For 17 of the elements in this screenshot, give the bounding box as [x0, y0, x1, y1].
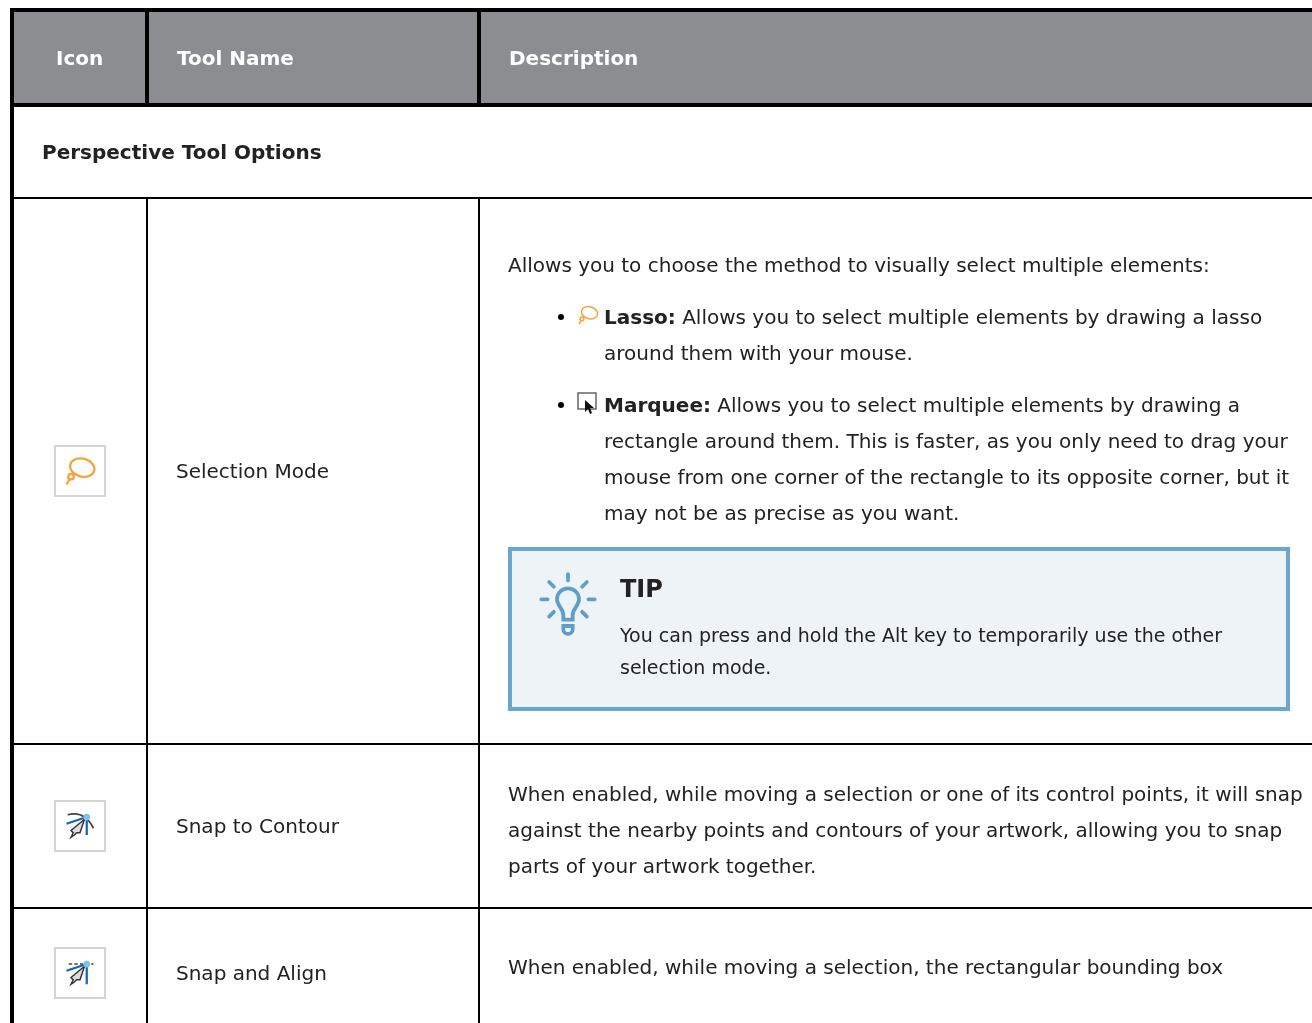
selection-cursor-icon [576, 391, 600, 415]
description-text: When enabled, while moving a selection or one of its control points, it will snap against the nearby points and contours of your artwork, allowing you to snap parts of your artwork together. [508, 781, 1304, 880]
lightbulb-icon [536, 571, 600, 637]
bullet-text: Lasso: Allows you to select multiple elements by drawing a lasso around them with your mouse. [604, 304, 1264, 367]
lasso-icon [576, 303, 600, 327]
description-text: When enabled, while moving a selection, the rectangular bounding box [508, 954, 1225, 981]
bullet-text: Marquee: Allows you to select multiple elements by drawing a rectangle around them. This is faster, as you only need to drag your mouse from one corner of the rectangle to its opposite corner, but it may not be as precise as you want. [604, 392, 1291, 527]
tool-name: Selection Mode [176, 459, 330, 483]
column-header: Tool Name [177, 45, 294, 70]
description-text: Allows you to choose the method to visually select multiple elements: [508, 252, 1211, 279]
tool-name: Snap to Contour [176, 814, 339, 838]
tool-name: Snap and Align [176, 961, 327, 985]
tip-title: TIP [620, 574, 664, 605]
section-title: Perspective Tool Options [42, 140, 322, 164]
column-header: Icon [56, 45, 104, 70]
column-header: Description [509, 45, 639, 70]
tip-text: You can press and hold the Alt key to temporarily use the other selection mode. [620, 623, 1224, 680]
